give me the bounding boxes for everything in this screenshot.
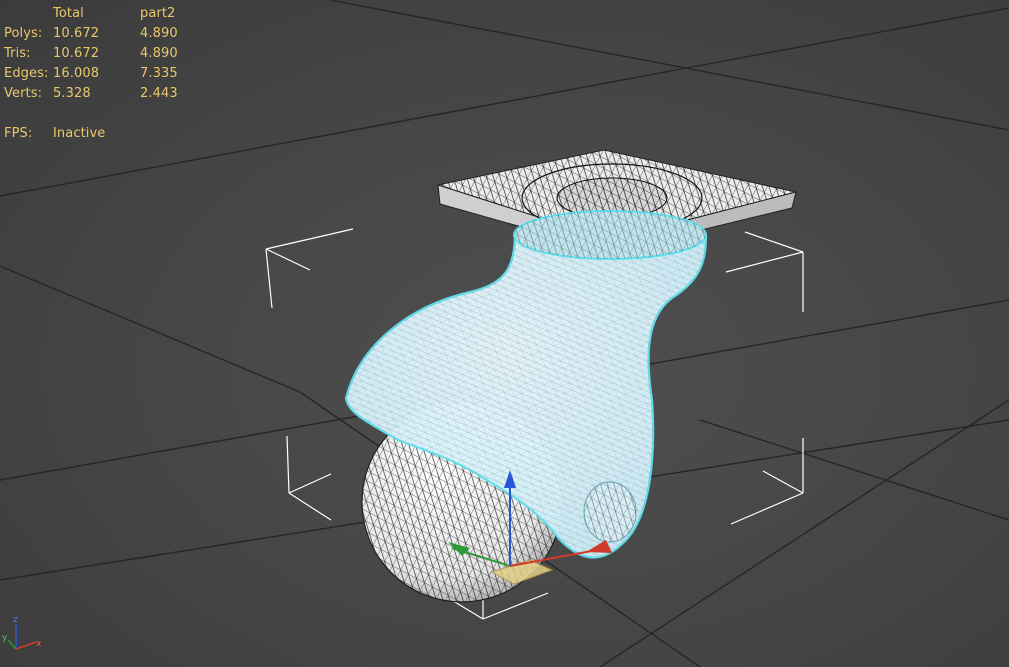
stats-label: Edges: (4, 66, 49, 81)
view-axis-tripod: z x y (2, 615, 42, 650)
stats-label: Tris: (4, 46, 31, 61)
stats-selection: 4.890 (140, 46, 178, 61)
stats-selection: 7.335 (140, 66, 178, 81)
stats-header-total: Total (53, 6, 84, 21)
stats-header-selection: part2 (140, 6, 176, 21)
stats-total: 10.672 (53, 26, 100, 41)
stats-selection: 4.890 (140, 26, 178, 41)
perspective-viewport[interactable]: z x y Total part2 Polys: 10.672 4.890 Tr… (0, 0, 1009, 667)
stats-total: 10.672 (53, 46, 100, 61)
stats-total: 16.008 (53, 66, 100, 81)
stats-selection: 2.443 (140, 86, 178, 101)
stats-total: 5.328 (53, 86, 91, 101)
z-axis-label: z (13, 615, 18, 625)
stats-label: Polys: (4, 26, 43, 41)
y-axis-label: y (2, 633, 8, 643)
stats-label: Verts: (4, 86, 43, 101)
fps-label: FPS: (4, 126, 33, 141)
x-axis-label: x (36, 639, 42, 649)
fps-value: Inactive (53, 126, 106, 141)
